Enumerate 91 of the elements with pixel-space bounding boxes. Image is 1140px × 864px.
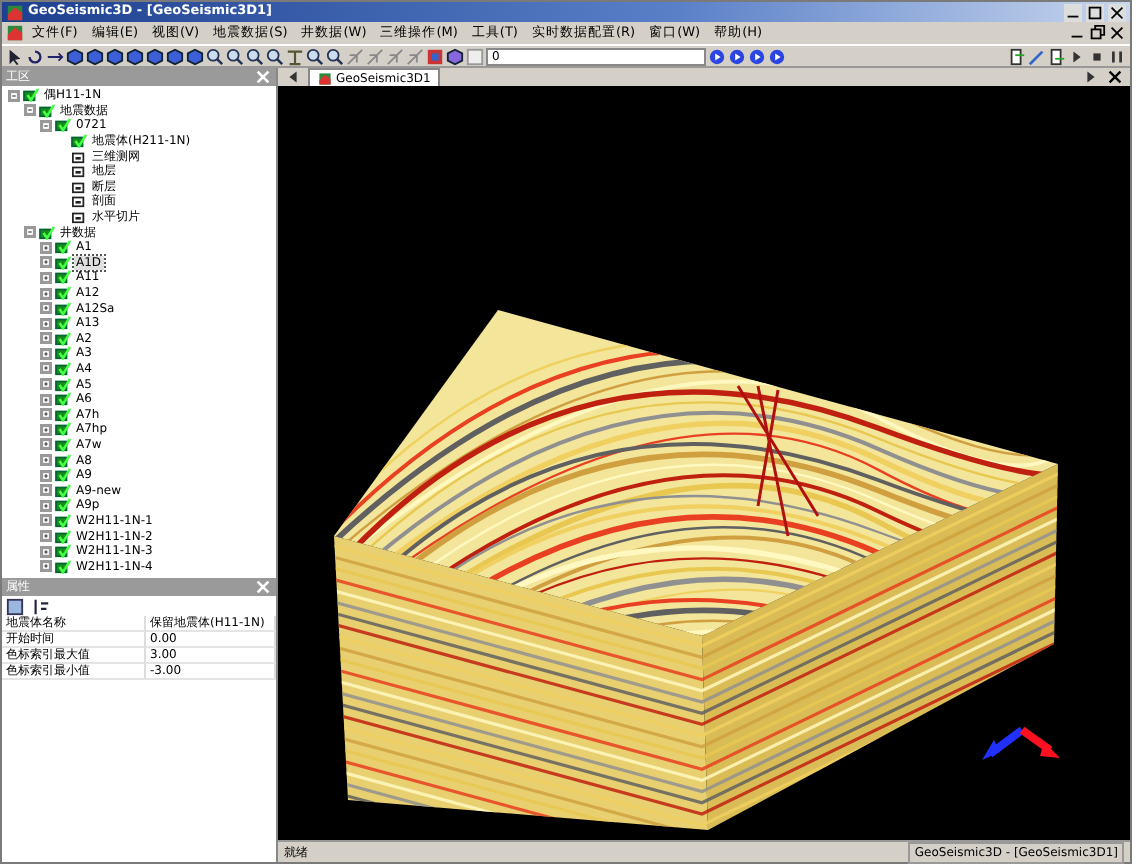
well-icon[interactable] <box>1048 47 1066 65</box>
checked-layer-icon[interactable] <box>22 88 40 103</box>
checked-layer-icon[interactable] <box>54 255 72 270</box>
expander-icon[interactable] <box>24 226 36 239</box>
cursor-icon[interactable] <box>6 47 24 65</box>
checked-layer-icon[interactable] <box>54 118 72 133</box>
expander-icon[interactable] <box>40 378 52 391</box>
checked-layer-icon[interactable] <box>54 437 72 452</box>
expander-icon[interactable] <box>8 89 20 102</box>
checked-layer-icon[interactable] <box>54 240 72 255</box>
expander-icon[interactable] <box>40 454 52 467</box>
app-icon <box>6 24 24 42</box>
checked-layer-icon[interactable] <box>54 346 72 361</box>
close-icon[interactable] <box>1106 68 1124 86</box>
axis-indicator-icon <box>982 726 1060 760</box>
expander-icon[interactable] <box>40 545 52 558</box>
checked-layer-icon[interactable] <box>54 270 72 285</box>
expander-icon[interactable] <box>40 530 52 543</box>
checked-layer-icon[interactable] <box>54 392 72 407</box>
seismic-volume-drawing[interactable] <box>334 310 1058 830</box>
layer-icon[interactable] <box>70 164 88 179</box>
expander-icon[interactable] <box>40 302 52 315</box>
checked-layer-icon[interactable] <box>54 559 72 574</box>
checked-layer-icon[interactable] <box>54 286 72 301</box>
checked-layer-icon[interactable] <box>54 498 72 513</box>
checked-layer-icon[interactable] <box>54 513 72 528</box>
close-icon[interactable] <box>1108 24 1126 42</box>
expander-icon[interactable] <box>40 362 52 375</box>
expander-icon[interactable] <box>40 332 52 345</box>
pan-icon[interactable] <box>46 47 64 65</box>
checked-layer-icon[interactable] <box>54 377 72 392</box>
zoom-icon[interactable] <box>266 47 284 65</box>
minimize-icon[interactable] <box>1064 3 1082 21</box>
expander-icon[interactable] <box>40 408 52 421</box>
checked-layer-icon[interactable] <box>54 453 72 468</box>
expander-icon[interactable] <box>40 119 52 132</box>
expander-icon[interactable] <box>40 271 52 284</box>
app-icon <box>6 3 24 21</box>
color-map-icon[interactable] <box>426 47 444 65</box>
layer-icon[interactable] <box>70 149 88 164</box>
zoom-icon[interactable] <box>306 47 324 65</box>
zoom-icon[interactable] <box>226 47 244 65</box>
well-icon[interactable] <box>1008 47 1026 65</box>
expander-icon[interactable] <box>40 514 52 527</box>
zoom-icon[interactable] <box>246 47 264 65</box>
expander-icon[interactable] <box>40 256 52 269</box>
expander-icon[interactable] <box>24 104 36 117</box>
expander-icon[interactable] <box>40 499 52 512</box>
checked-layer-icon[interactable] <box>54 544 72 559</box>
close-icon[interactable] <box>1108 3 1126 21</box>
checked-layer-icon[interactable] <box>54 422 72 437</box>
checked-layer-icon[interactable] <box>54 407 72 422</box>
expander-icon[interactable] <box>40 469 52 482</box>
layer-icon[interactable] <box>70 210 88 225</box>
pen-icon[interactable] <box>1028 47 1046 65</box>
maximize-icon[interactable] <box>1086 3 1104 21</box>
layer-icon[interactable] <box>70 194 88 209</box>
layer-icon[interactable] <box>70 179 88 194</box>
playback-icon[interactable] <box>708 47 726 65</box>
checked-layer-icon[interactable] <box>54 529 72 544</box>
playback-icon[interactable] <box>768 47 786 65</box>
app-icon <box>318 71 332 85</box>
3d-viewport[interactable] <box>278 86 1130 840</box>
expander-icon[interactable] <box>40 393 52 406</box>
playback-icon[interactable] <box>748 47 766 65</box>
checked-layer-icon[interactable] <box>54 468 72 483</box>
expander-icon[interactable] <box>40 347 52 360</box>
stop-icon[interactable] <box>1088 47 1106 65</box>
sort-icon[interactable] <box>32 597 50 615</box>
category-icon[interactable] <box>6 597 24 615</box>
expander-icon[interactable] <box>40 241 52 254</box>
expander-icon[interactable] <box>40 438 52 451</box>
checked-layer-icon[interactable] <box>70 134 88 149</box>
pause-icon[interactable] <box>1108 47 1126 65</box>
expander-icon[interactable] <box>40 317 52 330</box>
checked-layer-icon[interactable] <box>54 331 72 346</box>
checked-layer-icon[interactable] <box>54 361 72 376</box>
zoom-icon[interactable] <box>206 47 224 65</box>
checked-layer-icon[interactable] <box>54 316 72 331</box>
playback-icon[interactable] <box>728 47 746 65</box>
checked-layer-icon[interactable] <box>54 301 72 316</box>
expander-icon[interactable] <box>40 423 52 436</box>
restore-icon[interactable] <box>1088 24 1106 42</box>
rotate-icon[interactable] <box>26 47 44 65</box>
expander-icon[interactable] <box>40 287 52 300</box>
expander-icon[interactable] <box>40 560 52 573</box>
expander-icon[interactable] <box>40 484 52 497</box>
checked-layer-icon[interactable] <box>54 483 72 498</box>
zoom-icon[interactable] <box>326 47 344 65</box>
checked-layer-icon[interactable] <box>38 225 56 240</box>
checked-layer-icon[interactable] <box>38 103 56 118</box>
